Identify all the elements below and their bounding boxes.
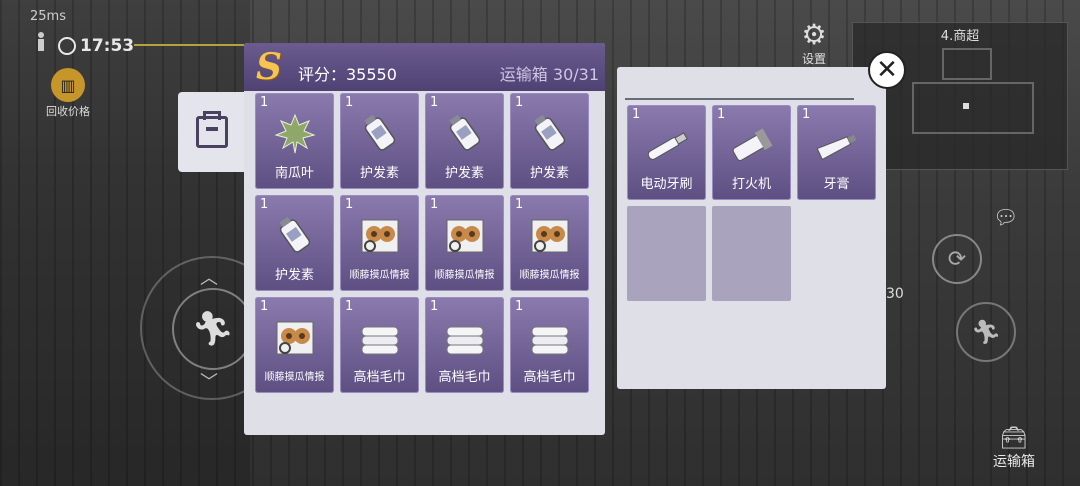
item-quantity: 1 [430, 95, 439, 110]
settings-button[interactable]: ⚙ 设置 [790, 20, 838, 68]
item-name: 顺藤摸瓜情报 [264, 372, 325, 383]
item-quantity: 1 [717, 107, 726, 122]
inventory-slot[interactable]: 1 顺藤摸瓜情报 [255, 297, 334, 393]
action-button[interactable]: 🏃︎ [956, 302, 1016, 362]
intel-paper-icon [527, 213, 573, 259]
item-name: 打火机 [731, 177, 771, 192]
panel-header: S 评分：35550 运输箱 30/31 [244, 43, 605, 91]
towel-icon [527, 315, 573, 361]
item-quantity: 1 [430, 197, 439, 212]
run-icon: 🏃︎ [172, 288, 254, 370]
intel-paper-icon [442, 213, 488, 259]
item-quantity: 1 [345, 299, 354, 314]
rank-logo: S [256, 46, 282, 88]
capacity-text: 运输箱 30/31 [499, 65, 599, 84]
item-quantity: 1 [515, 299, 524, 314]
ping-text: 25ms [30, 9, 66, 24]
toothpaste-icon [814, 123, 860, 169]
item-quantity: 1 [515, 95, 524, 110]
bottle-icon [442, 111, 488, 157]
towel-icon [442, 315, 488, 361]
clock-icon [58, 37, 76, 55]
empty-slot[interactable] [712, 206, 791, 301]
inventory-slot[interactable]: 1 护发素 [425, 93, 504, 189]
item-name: 护发素 [444, 166, 484, 181]
gear-icon: ⚙ [801, 18, 827, 51]
score-text: 评分：35550 [298, 65, 397, 84]
loot-slot[interactable]: 1 电动牙刷 [627, 105, 706, 200]
recycle-price-button[interactable]: ▥ 回收价格 [40, 68, 96, 119]
item-name: 电动牙刷 [640, 177, 693, 192]
item-name: 护发素 [274, 268, 314, 283]
item-name: 南瓜叶 [274, 166, 314, 181]
inventory-slot[interactable]: 1 高档毛巾 [340, 297, 419, 393]
inventory-slot[interactable]: 1 南瓜叶 [255, 93, 334, 189]
toolbox-icon [196, 111, 228, 148]
item-name: 护发素 [359, 166, 399, 181]
inventory-slot[interactable]: 1 顺藤摸瓜情报 [340, 195, 419, 291]
leaf-icon [272, 111, 318, 157]
loot-grid: 1 电动牙刷 1 打火机 1 牙膏 [627, 105, 876, 301]
inventory-slot[interactable]: 1 高档毛巾 [425, 297, 504, 393]
loot-slot[interactable]: 1 牙膏 [797, 105, 876, 200]
ammo-count: 30 [886, 286, 904, 302]
item-name: 牙膏 [823, 177, 850, 192]
item-quantity: 1 [345, 95, 354, 110]
time-progress-line [134, 44, 244, 46]
item-quantity: 1 [802, 107, 811, 122]
empty-slot[interactable] [627, 206, 706, 301]
chat-icon[interactable]: 💬︎ [993, 205, 1018, 229]
lighter-icon [729, 123, 775, 169]
item-name: 顺藤摸瓜情报 [349, 270, 410, 281]
clock-text: 17:53 [80, 36, 135, 56]
inventory-slot[interactable]: 1 护发素 [340, 93, 419, 189]
intel-paper-icon [272, 315, 318, 361]
loot-panel: 1 电动牙刷 1 打火机 1 牙膏 [617, 67, 886, 389]
towel-icon [357, 315, 403, 361]
inventory-slot[interactable]: 1 顺藤摸瓜情报 [425, 195, 504, 291]
chevron-up-icon: ︿ [200, 268, 218, 289]
item-name: 顺藤摸瓜情报 [434, 270, 495, 281]
transport-box-button[interactable]: 🧰︎ 运输箱 [982, 426, 1046, 471]
settings-label: 设置 [801, 52, 826, 66]
close-button[interactable]: ✕ [868, 51, 906, 89]
item-quantity: 1 [430, 299, 439, 314]
item-name: 护发素 [529, 166, 569, 181]
inventory-scroll-area[interactable]: 南瓜叶南瓜叶南瓜叶南瓜叶1南瓜叶1护发素1护发素1护发素1护发素1顺藤摸瓜情报1… [244, 91, 605, 435]
loot-slot[interactable]: 1 打火机 [712, 105, 791, 200]
inventory-grid: 南瓜叶南瓜叶南瓜叶南瓜叶1南瓜叶1护发素1护发素1护发素1护发素1顺藤摸瓜情报1… [255, 91, 589, 393]
inventory-slot[interactable]: 1 护发素 [510, 93, 589, 189]
item-name: 高档毛巾 [523, 370, 576, 385]
item-quantity: 1 [260, 95, 269, 110]
background-shade [0, 0, 250, 486]
item-quantity: 1 [632, 107, 641, 122]
bottle-icon [527, 111, 573, 157]
inventory-slot[interactable]: 1 护发素 [255, 195, 334, 291]
chart-icon: ▥ [51, 68, 85, 102]
item-quantity: 1 [260, 197, 269, 212]
inventory-slot[interactable]: 1 高档毛巾 [510, 297, 589, 393]
transport-box-label: 运输箱 [993, 454, 1035, 470]
player-icon [38, 32, 44, 51]
transport-box-panel: S 评分：35550 运输箱 30/31 南瓜叶南瓜叶南瓜叶南瓜叶1南瓜叶1护发… [244, 43, 605, 435]
inventory-slot[interactable]: 1 顺藤摸瓜情报 [510, 195, 589, 291]
chevron-down-icon: ﹀ [200, 372, 218, 393]
recycle-price-label: 回收价格 [46, 105, 90, 118]
toothbrush-icon [644, 123, 690, 169]
item-name: 高档毛巾 [438, 370, 491, 385]
item-quantity: 1 [515, 197, 524, 212]
divider [625, 98, 854, 100]
item-name: 高档毛巾 [353, 370, 406, 385]
switch-icon[interactable]: ⟳ [932, 234, 982, 284]
tab-transport-box[interactable] [178, 92, 246, 172]
bottle-icon [357, 111, 403, 157]
game-clock: 17:53 [58, 36, 134, 56]
item-name: 顺藤摸瓜情报 [519, 270, 580, 281]
toolbox-icon: 🧰︎ [1000, 426, 1028, 451]
bottle-icon [272, 213, 318, 259]
intel-paper-icon [357, 213, 403, 259]
item-quantity: 1 [260, 299, 269, 314]
item-quantity: 1 [345, 197, 354, 212]
